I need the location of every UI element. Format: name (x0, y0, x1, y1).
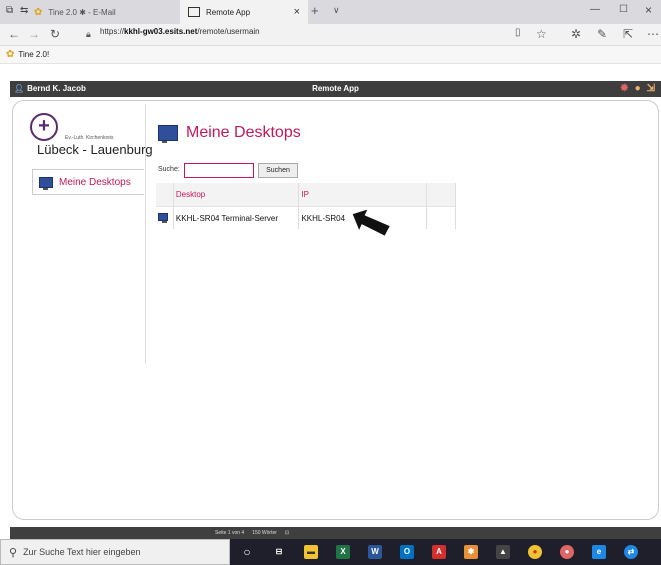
outlook-icon[interactable]: O (400, 545, 414, 559)
tine-favicon-icon: ✿ (34, 6, 43, 18)
desktop-name-cell[interactable]: KKHL-SR04 Terminal-Server (173, 206, 300, 229)
logo-line1: Ev.-Luth. Kirchenkreis (65, 135, 114, 141)
desktop-table: Desktop IP KKHL-SR04 Terminal-Server KKH… (156, 183, 457, 229)
help-icon[interactable]: ● (635, 83, 641, 94)
share-icon[interactable]: ⇱ (623, 27, 633, 41)
url-host: kkhl-gw03.esits.net (124, 27, 198, 36)
set-aside-tabs-icon[interactable]: ⇆ (20, 5, 28, 16)
word-count: 150 Wörter (252, 530, 277, 536)
url-field[interactable]: https://kkhl-gw03.esits.net/remote/userm… (100, 27, 260, 36)
page-count: Seite 1 von 4 (215, 530, 245, 536)
search-label: Suche: (158, 166, 180, 173)
acrobat-icon[interactable]: A (432, 545, 446, 559)
tab-remote-app[interactable]: Remote App × (180, 0, 308, 24)
header-icons: ✹ ● ⇲ (620, 83, 655, 94)
taskbar-search-box[interactable]: ⚲ Zur Suche Text hier eingeben (0, 539, 230, 565)
favorites-bar: ✿ Tine 2.0! (0, 46, 661, 64)
url-prefix: https:// (100, 27, 125, 36)
task-view-icon[interactable]: ⊟ (272, 545, 286, 559)
sidebar-item-meine-desktops[interactable]: Meine Desktops (32, 169, 144, 195)
page-icon (188, 7, 200, 17)
row-icon-cell (156, 206, 174, 229)
word-icon[interactable]: W (368, 545, 382, 559)
file-explorer-icon[interactable]: ▬ (304, 545, 318, 559)
refresh-icon[interactable]: ↻ (50, 27, 60, 41)
monitor-icon (158, 213, 168, 223)
column-header-desktop[interactable]: Desktop (173, 183, 300, 207)
windows-taskbar: ⚲ Zur Suche Text hier eingeben ○ ⊟ ▬ X W… (0, 539, 661, 565)
excel-icon[interactable]: X (336, 545, 350, 559)
photos-icon[interactable]: ▲ (496, 545, 510, 559)
more-menu-icon[interactable]: ⋯ (647, 27, 659, 41)
tab-menu-chevron-icon[interactable]: ∨ (333, 5, 340, 16)
word-status-bar: Seite 1 von 4 150 Wörter ⊡ (10, 527, 661, 539)
search-input[interactable] (184, 163, 254, 178)
close-window-icon[interactable]: × (645, 3, 652, 17)
favorite-star-icon[interactable]: ☆ (536, 27, 547, 41)
favorites-hub-icon[interactable]: ✲ (571, 27, 581, 41)
edge-icon[interactable]: e (592, 545, 606, 559)
teamviewer-icon[interactable]: ⇄ (624, 545, 638, 559)
tab-actions-icon[interactable]: ⧉ (6, 5, 13, 16)
firefox-icon[interactable]: ● (560, 545, 574, 559)
page-title: Meine Desktops (158, 124, 301, 143)
proofing-icon: ⊡ (284, 530, 290, 536)
table-header-icon-col (156, 183, 174, 207)
forward-arrow-icon[interactable]: → (28, 27, 40, 41)
taskbar-search-placeholder: Zur Suche Text hier eingeben (23, 547, 141, 557)
app-title: Remote App (312, 84, 359, 93)
page-title-text: Meine Desktops (186, 124, 301, 141)
cortana-icon[interactable]: ○ (240, 545, 254, 559)
table-row[interactable]: KKHL-SR04 Terminal-Server KKHL-SR04 (156, 206, 457, 229)
app-header: 👤︎ Bernd K. Jacob Remote App ✹ ● ⇲ (10, 81, 661, 97)
table-header-row: Desktop IP (156, 183, 457, 207)
logo-line2: Lübeck - Lauenburg (37, 142, 153, 157)
chrome-icon[interactable]: ● (528, 545, 542, 559)
search-icon: ⚲ (9, 546, 18, 559)
minimize-icon[interactable]: — (590, 4, 600, 15)
search-button[interactable]: Suchen (258, 163, 298, 178)
row-extra-cell (426, 206, 457, 229)
settings-gear-icon[interactable]: ✹ (620, 83, 628, 94)
tab-email-title: Tine 2.0 ✱ - E-Mail (48, 7, 116, 17)
favorite-tine[interactable]: Tine 2.0! (18, 50, 49, 59)
lock-icon: 🔒︎ (86, 29, 91, 39)
pointer-arrow-icon (352, 209, 390, 236)
word-status: Seite 1 von 4 150 Wörter ⊡ (215, 530, 289, 536)
column-header-ip[interactable]: IP (298, 183, 427, 207)
back-arrow-icon[interactable]: ← (8, 27, 20, 41)
reading-view-icon[interactable]: ▯ (515, 27, 521, 38)
url-path: /remote/usermain (197, 27, 260, 36)
close-tab-icon[interactable]: × (294, 6, 300, 18)
tab-remote-app-title: Remote App (206, 7, 251, 17)
tab-email[interactable]: ✿ Tine 2.0 ✱ - E-Mail (30, 0, 180, 24)
tine-favicon-icon: ✿ (6, 49, 15, 60)
monitor-icon (39, 176, 53, 190)
new-tab-icon[interactable]: + (311, 3, 319, 18)
church-logo-icon: + (30, 113, 58, 141)
logout-icon[interactable]: ⇲ (647, 83, 655, 94)
monitor-icon (158, 125, 178, 143)
maximize-icon[interactable]: ☐ (619, 4, 628, 15)
pen-icon[interactable]: ✎ (597, 27, 607, 41)
table-header-extra (426, 183, 457, 207)
browser-titlebar: ⧉ ⇆ ✿ Tine 2.0 ✱ - E-Mail Remote App × +… (0, 0, 661, 24)
app-icon[interactable]: ✱ (464, 545, 478, 559)
sidebar-item-label: Meine Desktops (59, 176, 131, 188)
